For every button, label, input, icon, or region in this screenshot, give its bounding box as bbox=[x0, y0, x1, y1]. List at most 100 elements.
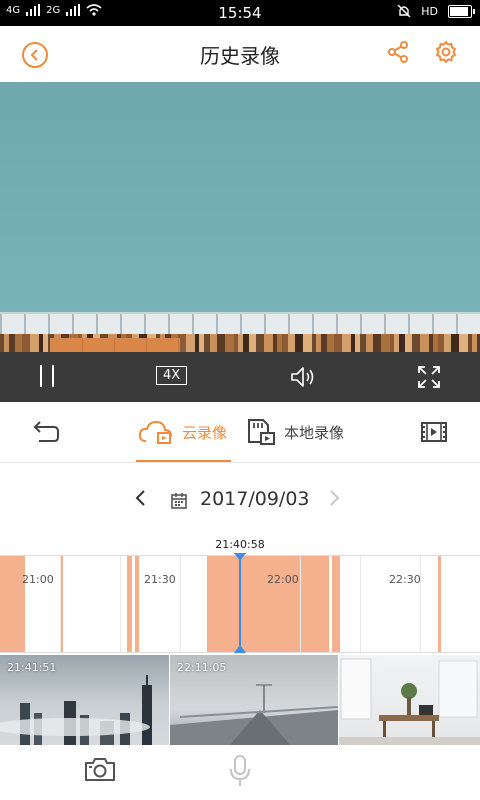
building-slat bbox=[334, 334, 342, 352]
hd-call-label: HD bbox=[421, 4, 438, 18]
railing-post bbox=[72, 314, 74, 336]
building-slat bbox=[303, 334, 312, 352]
cloud-video-icon bbox=[138, 420, 172, 444]
tick-label: 22:30 bbox=[389, 573, 421, 586]
playhead-time: 21:40:58 bbox=[215, 538, 265, 551]
building-slat bbox=[444, 334, 451, 352]
railing-post bbox=[240, 314, 242, 336]
film-icon bbox=[421, 422, 447, 442]
app-header: 历史录像 bbox=[0, 26, 480, 82]
railing-post bbox=[48, 314, 50, 336]
share-button[interactable] bbox=[386, 40, 410, 68]
speed-button[interactable]: 4X bbox=[156, 366, 188, 385]
clip-thumbnail[interactable] bbox=[339, 655, 480, 745]
gear-icon bbox=[436, 41, 456, 63]
building-slat bbox=[210, 334, 217, 352]
settings-button[interactable] bbox=[434, 40, 458, 68]
recorded-segment[interactable] bbox=[438, 556, 441, 652]
tab-local-recording[interactable]: 本地录像 bbox=[246, 402, 344, 462]
bottom-toolbar bbox=[0, 745, 480, 800]
building-slat bbox=[186, 334, 195, 352]
calendar-icon bbox=[171, 493, 187, 509]
panel-seam bbox=[146, 338, 147, 352]
railing-post bbox=[360, 314, 362, 336]
clip-thumbnail[interactable]: 22:11:05 bbox=[170, 655, 338, 745]
recorded-segment[interactable] bbox=[332, 556, 340, 652]
panel-seam bbox=[178, 338, 179, 352]
building-slat bbox=[217, 334, 225, 352]
fullscreen-button[interactable] bbox=[417, 365, 441, 393]
volume-button[interactable] bbox=[290, 365, 316, 393]
fullscreen-icon bbox=[418, 366, 440, 388]
recorded-segment[interactable] bbox=[127, 556, 132, 652]
timeline-tick bbox=[300, 556, 301, 652]
return-button[interactable] bbox=[30, 402, 60, 462]
talk-button[interactable] bbox=[228, 754, 252, 792]
clips-button[interactable] bbox=[420, 402, 448, 462]
pause-button[interactable] bbox=[40, 365, 54, 387]
building-slat bbox=[30, 334, 39, 352]
recorded-segment[interactable] bbox=[0, 556, 25, 652]
railing-post bbox=[24, 314, 26, 336]
tab-cloud-recording[interactable]: 云录像 bbox=[136, 402, 232, 462]
clip-timestamp: 22:11:05 bbox=[177, 661, 227, 674]
railing-post bbox=[192, 314, 194, 336]
speaker-icon bbox=[291, 367, 314, 387]
building-slat bbox=[373, 334, 381, 352]
snapshot-button[interactable] bbox=[84, 756, 116, 786]
current-date[interactable]: 2017/09/03 bbox=[200, 488, 310, 510]
building-slat bbox=[451, 334, 459, 352]
building-slat bbox=[22, 334, 30, 352]
next-day-button[interactable] bbox=[328, 488, 340, 514]
recorded-segment[interactable] bbox=[135, 556, 139, 652]
tick-label: 21:30 bbox=[144, 573, 176, 586]
railing-post bbox=[216, 314, 218, 336]
railing-post bbox=[312, 314, 314, 336]
playhead[interactable] bbox=[234, 553, 246, 653]
timeline-tick bbox=[60, 556, 61, 652]
building-slat bbox=[459, 334, 468, 352]
railing-post bbox=[288, 314, 290, 336]
building-slat bbox=[264, 334, 273, 352]
building-slat bbox=[256, 334, 264, 352]
railing-post bbox=[0, 314, 2, 336]
panel-seam bbox=[114, 338, 115, 352]
railing-post bbox=[168, 314, 170, 336]
building-slat bbox=[366, 334, 373, 352]
room-interior-image bbox=[339, 658, 480, 745]
recording-source-tabs: 云录像 本地录像 bbox=[0, 402, 480, 463]
building-slat bbox=[412, 334, 420, 352]
prev-day-button[interactable] bbox=[134, 488, 146, 514]
tick-label: 21:00 bbox=[22, 573, 54, 586]
railing-post bbox=[120, 314, 122, 336]
panel-seam bbox=[82, 338, 83, 352]
share-icon bbox=[388, 41, 408, 63]
undo-arrow-icon bbox=[33, 421, 59, 442]
calendar-button[interactable] bbox=[170, 492, 188, 514]
chevron-right-icon bbox=[330, 490, 340, 506]
building-slat bbox=[420, 334, 429, 352]
recorded-segment[interactable] bbox=[207, 556, 329, 652]
tab-label: 本地录像 bbox=[284, 423, 345, 442]
railing-post bbox=[336, 314, 338, 336]
video-frame-panel bbox=[50, 338, 180, 352]
building-slat bbox=[295, 334, 303, 352]
building-slat bbox=[15, 334, 22, 352]
camera-icon bbox=[85, 758, 115, 781]
recording-timeline[interactable]: 21:40:58 21:00 21:30 22:00 22:30 bbox=[0, 535, 480, 655]
clip-thumbnail[interactable]: 21:41:51 bbox=[0, 655, 169, 745]
railing-post bbox=[408, 314, 410, 336]
railing-post bbox=[384, 314, 386, 336]
railing-post bbox=[96, 314, 98, 336]
video-frame-railing bbox=[0, 312, 480, 336]
railing-post bbox=[144, 314, 146, 336]
chevron-left-icon bbox=[135, 490, 145, 506]
status-bar: 4G 2G 15:54 HD bbox=[0, 0, 480, 26]
video-frame-sky bbox=[0, 82, 480, 312]
battery-icon bbox=[448, 4, 475, 18]
date-navigator: 2017/09/03 bbox=[0, 480, 480, 524]
building-slat bbox=[249, 334, 256, 352]
video-player[interactable] bbox=[0, 82, 480, 352]
timeline-tick bbox=[120, 556, 121, 652]
railing-post bbox=[456, 314, 458, 336]
